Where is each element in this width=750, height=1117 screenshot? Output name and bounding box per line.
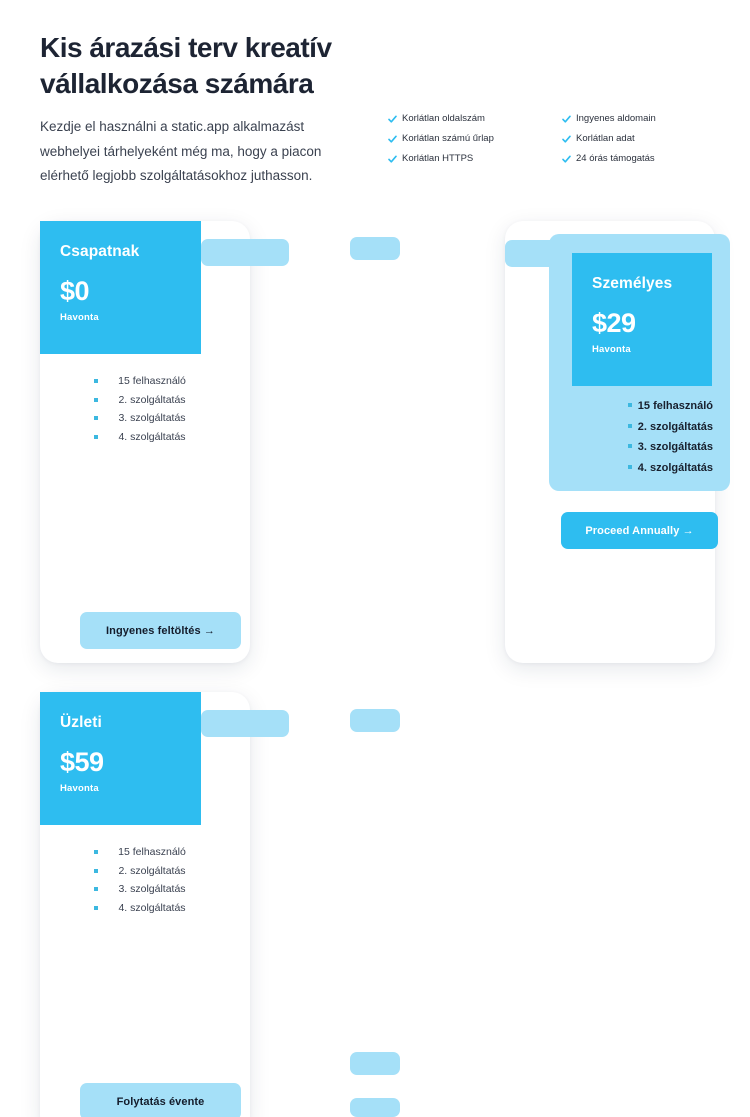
list-item: 15 felhasználó [94, 843, 196, 862]
bullet-icon [627, 403, 632, 408]
bullet-icon [94, 379, 98, 383]
list-item-label: 3. szolgáltatás [118, 412, 186, 424]
list-item-label: 15 felhasználó [637, 400, 713, 412]
plan-feature-list: 15 felhasználó 2. szolgáltatás 3. szolgá… [40, 354, 250, 446]
plan-period: Havonta [60, 311, 99, 323]
decorative-placeholder [350, 1052, 400, 1075]
bullet-icon [94, 868, 98, 873]
bullet-icon [94, 434, 98, 439]
decorative-placeholder [350, 709, 400, 732]
decorative-pill [201, 239, 289, 266]
plan-cta-button-business[interactable]: Folytatás évente [80, 1083, 241, 1117]
list-item: 4. szolgáltatás [94, 899, 196, 918]
list-item-label: 2. szolgáltatás [118, 864, 186, 877]
list-item-label: 3. szolgáltatás [118, 883, 186, 895]
plan-feature-list: 15 felhasználó 2. szolgáltatás 3. szolgá… [40, 825, 250, 917]
bullet-icon [627, 444, 632, 449]
plan-period: Havonta [592, 343, 631, 355]
list-item: 15 felhasználó [549, 396, 713, 417]
list-item-label: 4. szolgáltatás [118, 430, 186, 443]
plan-name: Üzleti [60, 714, 102, 731]
pricing-card-grid: Csapatnak $0 Havonta 15 felhasználó 2. s… [0, 0, 750, 1117]
plan-name: Csapatnak [60, 243, 140, 260]
list-item: 3. szolgáltatás [94, 409, 196, 428]
plan-price: $0 [60, 275, 90, 306]
plan-price: $59 [60, 746, 104, 777]
plan-name: Személyes [592, 275, 673, 292]
plan-header: Csapatnak $0 Havonta [40, 221, 201, 354]
bullet-icon [94, 850, 98, 854]
pricing-card-team[interactable]: Csapatnak $0 Havonta 15 felhasználó 2. s… [40, 221, 289, 663]
list-item: 2. szolgáltatás [94, 391, 196, 410]
decorative-placeholder [350, 1098, 400, 1117]
list-item: 3. szolgáltatás [94, 880, 196, 899]
bullet-icon [94, 887, 98, 891]
list-item-label: 2. szolgáltatás [637, 420, 713, 433]
list-item: 4. szolgáltatás [549, 458, 713, 479]
decorative-pill [201, 710, 289, 737]
plan-feature-list: 15 felhasználó 2. szolgáltatás 3. szolgá… [549, 396, 730, 478]
bullet-icon [94, 905, 98, 910]
list-item: 4. szolgáltatás [94, 428, 196, 447]
list-item: 2. szolgáltatás [549, 417, 713, 438]
bullet-icon [94, 397, 98, 402]
list-item: 3. szolgáltatás [549, 437, 713, 458]
bullet-icon [627, 464, 632, 469]
plan-header: Személyes $29 Havonta [572, 253, 712, 386]
list-item-label: 2. szolgáltatás [118, 393, 186, 406]
plan-cta-button-personal[interactable]: Proceed Annually → [561, 512, 718, 549]
plan-period: Havonta [60, 782, 99, 794]
pricing-page: Kis árazási terv kreatív vállalkozása sz… [0, 0, 750, 1117]
plan-header: Üzleti $59 Havonta [40, 692, 201, 825]
plan-cta-button-team[interactable]: Ingyenes feltöltés → [80, 612, 241, 649]
list-item: 15 felhasználó [94, 372, 196, 391]
decorative-placeholder [350, 237, 400, 260]
bullet-icon [627, 423, 632, 428]
list-item-label: 4. szolgáltatás [118, 901, 186, 914]
plan-price: $29 [592, 307, 636, 338]
list-item-label: 15 felhasználó [118, 375, 186, 387]
list-item: 2. szolgáltatás [94, 862, 196, 881]
list-item-label: 4. szolgáltatás [637, 461, 713, 474]
pricing-card-business[interactable]: Üzleti $59 Havonta 15 felhasználó 2. szo… [40, 692, 289, 1117]
list-item-label: 15 felhasználó [118, 846, 186, 858]
bullet-icon [94, 416, 98, 420]
list-item-label: 3. szolgáltatás [637, 441, 713, 453]
